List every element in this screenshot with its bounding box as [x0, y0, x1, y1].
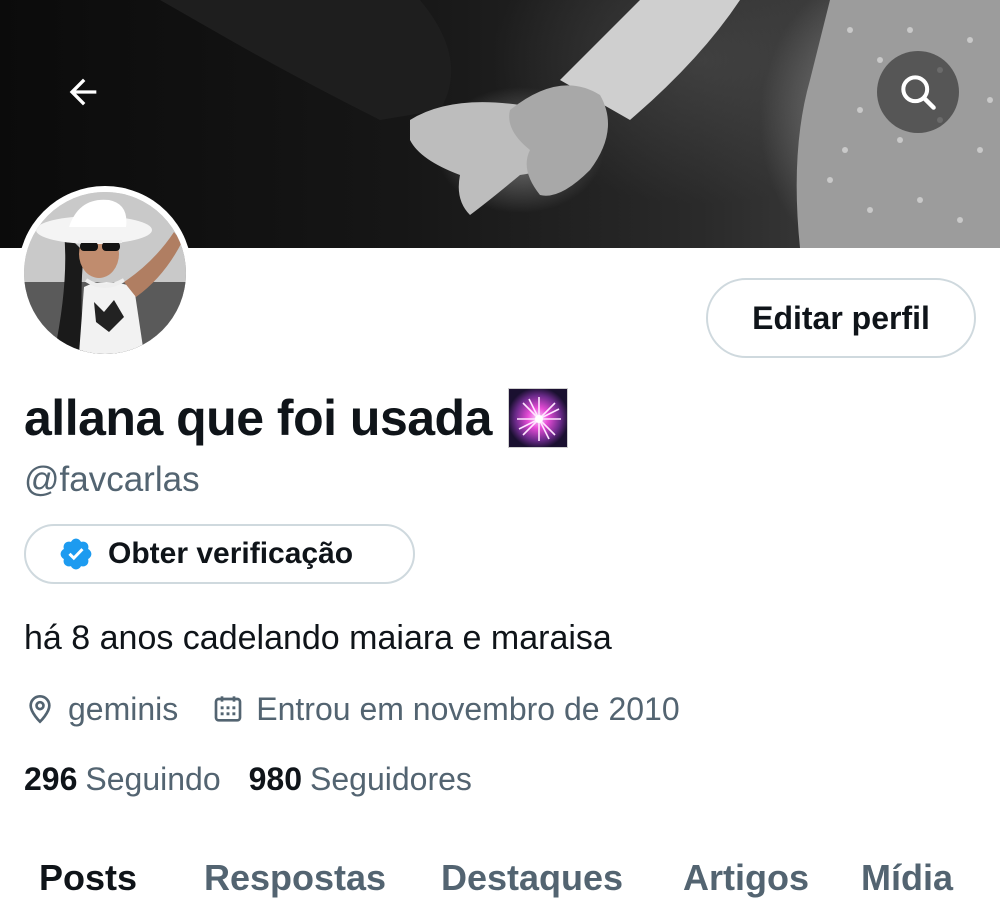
arrow-left-icon — [69, 78, 97, 106]
display-name: allana que foi usada — [24, 388, 568, 448]
followers-link[interactable]: 980 Seguidores — [249, 761, 472, 798]
followers-count: 980 — [248, 761, 303, 797]
profile-meta: geminis Entrou em novembro de 2010 — [24, 688, 680, 730]
display-name-text: allana que foi usada — [24, 390, 492, 446]
get-verified-button[interactable]: Obter verificação — [24, 524, 415, 584]
back-button[interactable] — [42, 51, 124, 133]
verified-badge-icon — [60, 538, 92, 570]
profile-tabs: Posts Respostas Destaques Artigos Mídia — [0, 845, 1000, 912]
tab-midia[interactable]: Mídia — [861, 857, 953, 899]
calendar-icon — [214, 696, 242, 722]
profile-bio: há 8 anos cadelando maiara e maraisa — [24, 619, 612, 657]
edit-profile-button[interactable]: Editar perfil — [706, 278, 976, 358]
following-link[interactable]: 296 Seguindo — [24, 761, 221, 798]
get-verified-label: Obter verificação — [108, 537, 354, 570]
tab-respostas[interactable]: Respostas — [204, 857, 386, 899]
tab-artigos[interactable]: Artigos — [683, 857, 809, 899]
joined-item: Entrou em novembro de 2010 — [212, 690, 680, 728]
location-item: geminis — [24, 691, 178, 728]
following-count: 296 — [24, 761, 78, 797]
location-text: geminis — [68, 690, 179, 727]
profile-handle: @favcarlas — [24, 460, 200, 499]
follow-stats: 296 Seguindo 980 Seguidores — [24, 761, 472, 798]
search-button[interactable] — [877, 51, 959, 133]
search-icon — [901, 75, 936, 110]
fireworks-emoji-icon — [507, 388, 568, 448]
tab-posts[interactable]: Posts — [39, 857, 137, 899]
location-pin-icon — [29, 694, 51, 724]
tab-destaques[interactable]: Destaques — [441, 857, 623, 899]
profile-avatar[interactable] — [18, 186, 192, 360]
following-label: Seguindo — [85, 761, 221, 797]
joined-text: Entrou em novembro de 2010 — [256, 690, 680, 727]
avatar-image — [24, 192, 186, 354]
followers-label: Seguidores — [310, 761, 472, 797]
